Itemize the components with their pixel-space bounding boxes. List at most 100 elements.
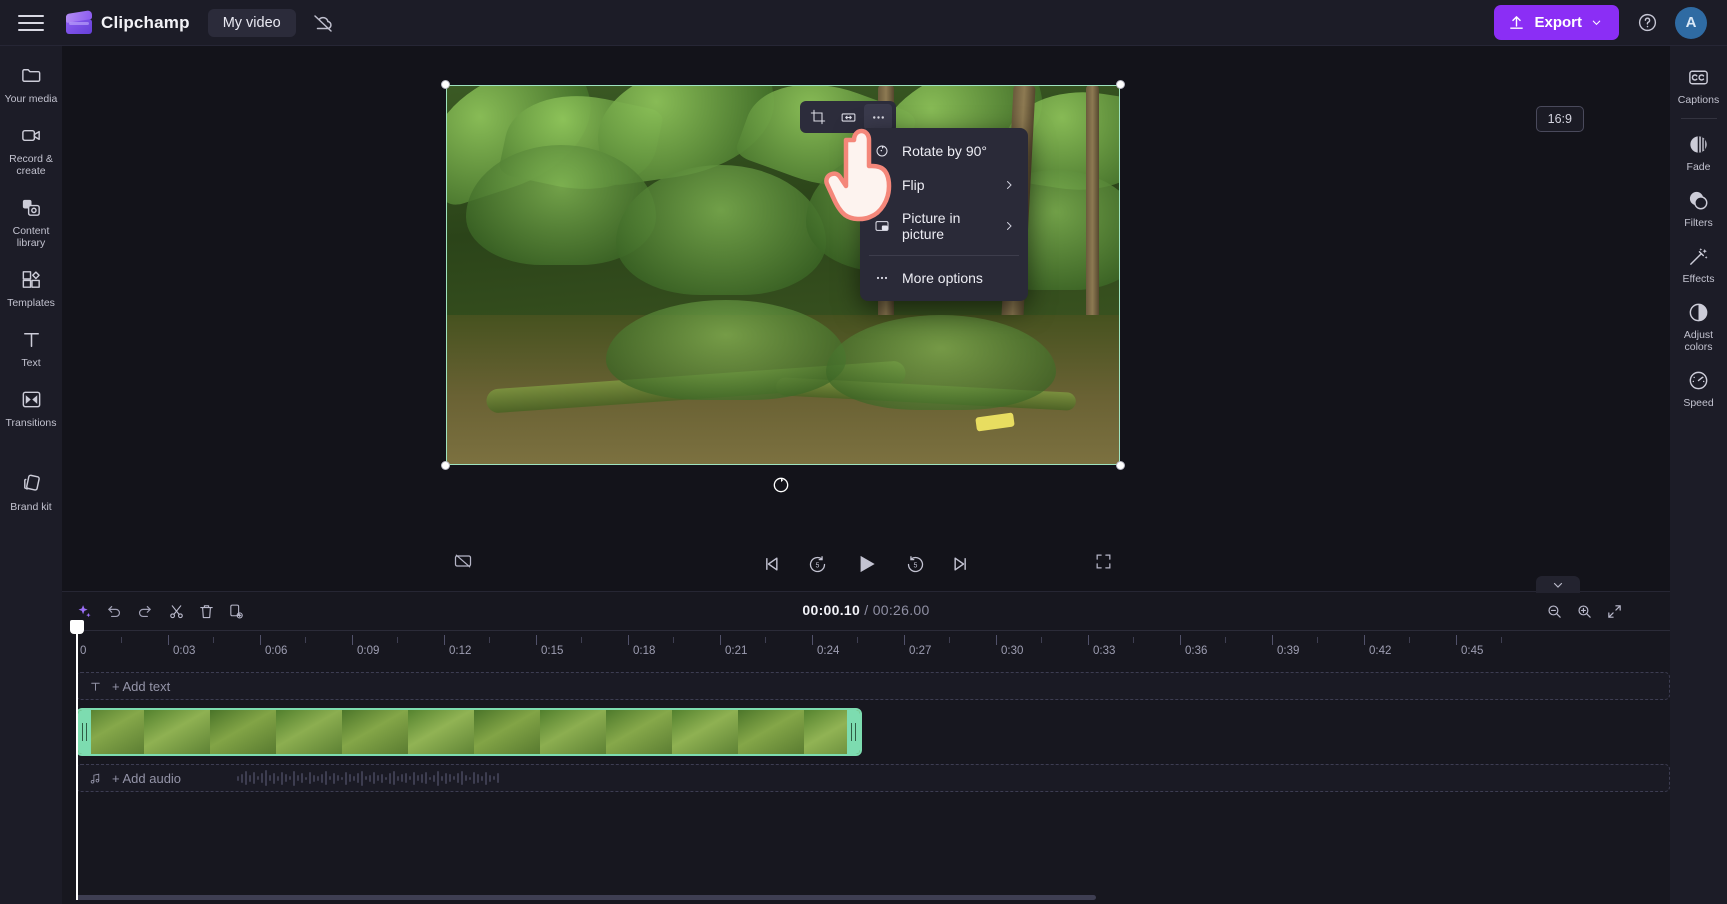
- fit-to-screen-button[interactable]: [1602, 600, 1626, 622]
- ruler-label: 0:15: [541, 645, 564, 657]
- speedometer-icon: [1687, 368, 1711, 392]
- zoom-in-button[interactable]: [1572, 600, 1596, 622]
- right-item-filters[interactable]: Filters: [1672, 179, 1726, 235]
- track-add-text[interactable]: + Add text: [76, 672, 1670, 700]
- sidebar-label: Your media: [4, 93, 58, 105]
- skip-to-end-button[interactable]: [946, 549, 976, 579]
- right-item-label: Adjust colors: [1683, 329, 1714, 353]
- ruler-label: 0:06: [265, 645, 288, 657]
- picture-in-picture-icon: [873, 217, 891, 235]
- timeline-horizontal-scrollbar[interactable]: [76, 895, 1670, 900]
- fit-width-button[interactable]: [834, 104, 862, 130]
- play-button[interactable]: [848, 546, 884, 582]
- crop-icon: [810, 109, 826, 125]
- crop-button[interactable]: [804, 104, 832, 130]
- hamburger-menu-icon[interactable]: [18, 13, 44, 33]
- upload-icon: [1508, 14, 1525, 31]
- ruler-label: 0:30: [1001, 645, 1024, 657]
- right-item-label: Captions: [1677, 94, 1720, 106]
- sidebar-item-brand-kit[interactable]: Brand kit: [2, 462, 60, 520]
- right-item-adjust-colors[interactable]: Adjust colors: [1672, 291, 1726, 359]
- menu-divider: [869, 255, 1019, 256]
- timeline-collapse-button[interactable]: [1536, 576, 1580, 593]
- menu-item-more-options[interactable]: More options: [860, 261, 1028, 295]
- redo-button[interactable]: [132, 600, 156, 622]
- zoom-out-button[interactable]: [1542, 600, 1566, 622]
- ruler-label: 0:36: [1185, 645, 1208, 657]
- right-item-speed[interactable]: Speed: [1672, 359, 1726, 415]
- magic-wand-icon: [1687, 244, 1711, 268]
- current-time: 00:00.10: [802, 602, 861, 618]
- sidebar-item-templates[interactable]: Templates: [2, 258, 60, 316]
- fullscreen-button[interactable]: [1088, 546, 1118, 576]
- ruler-label: 0:21: [725, 645, 748, 657]
- clipchamp-logo-icon: [66, 9, 92, 34]
- more-options-button[interactable]: [864, 104, 892, 130]
- forward-5-button[interactable]: 5: [900, 549, 930, 579]
- sidebar-item-your-media[interactable]: Your media: [2, 54, 60, 112]
- ruler-label: 0:39: [1277, 645, 1300, 657]
- clip-trim-handle-left[interactable]: [78, 710, 91, 754]
- undo-button[interactable]: [102, 600, 126, 622]
- sidebar-item-record-create[interactable]: Record & create: [2, 114, 60, 184]
- menu-item-label: Flip: [902, 177, 925, 193]
- resize-handle-bottom-left[interactable]: [441, 461, 450, 470]
- delete-button[interactable]: [194, 600, 218, 622]
- closed-caption-icon: [1687, 65, 1711, 89]
- clip-context-menu: Rotate by 90° Flip Picture in picture Mo…: [860, 128, 1028, 301]
- rotate-handle[interactable]: [770, 474, 792, 496]
- user-avatar[interactable]: A: [1675, 6, 1707, 39]
- right-item-effects[interactable]: Effects: [1672, 235, 1726, 291]
- top-bar: Clipchamp My video Export A: [0, 0, 1727, 46]
- playhead-knob[interactable]: [70, 620, 84, 634]
- audio-waveform-hint: [237, 768, 499, 788]
- fade-icon: [1687, 132, 1711, 156]
- skip-start-icon: [761, 554, 781, 574]
- sidebar-label: Brand kit: [10, 501, 52, 513]
- cloud-off-icon[interactable]: [310, 10, 336, 36]
- right-item-captions[interactable]: Captions: [1672, 56, 1726, 112]
- ruler-label: 0:12: [449, 645, 472, 657]
- ai-suggestions-button[interactable]: [72, 600, 96, 622]
- help-icon[interactable]: [1635, 11, 1659, 35]
- track-label: + Add audio: [112, 770, 182, 786]
- split-button[interactable]: [164, 600, 188, 622]
- track-add-audio[interactable]: + Add audio: [76, 764, 1670, 792]
- resize-handle-top-right[interactable]: [1116, 80, 1125, 89]
- sidebar-item-content-library[interactable]: Content library: [2, 186, 60, 256]
- playhead[interactable]: [70, 620, 84, 900]
- timeline-ruler[interactable]: 0 0:03 0:06 0:09 0:12 0:15 0:18 0:21 0:2: [76, 630, 1670, 666]
- skip-to-start-button[interactable]: [756, 549, 786, 579]
- ellipsis-icon: [870, 109, 887, 126]
- sidebar-item-text[interactable]: Text: [2, 318, 60, 376]
- rewind-5-button[interactable]: 5: [802, 549, 832, 579]
- menu-item-flip[interactable]: Flip: [860, 168, 1028, 202]
- menu-item-picture-in-picture[interactable]: Picture in picture: [860, 202, 1028, 250]
- right-item-label: Speed: [1683, 397, 1714, 409]
- scrollbar-thumb[interactable]: [76, 895, 1096, 900]
- video-clip[interactable]: [76, 708, 862, 756]
- right-item-label: Fade: [1686, 161, 1711, 173]
- resize-handle-bottom-right[interactable]: [1116, 461, 1125, 470]
- brand-kit-icon: [19, 471, 43, 495]
- chevron-right-icon: [1003, 220, 1015, 232]
- ruler-label: 0:09: [357, 645, 380, 657]
- captions-toggle-button[interactable]: [448, 546, 478, 576]
- resize-handle-top-left[interactable]: [441, 80, 450, 89]
- project-name-field[interactable]: My video: [207, 8, 296, 37]
- sidebar-item-transitions[interactable]: Transitions: [2, 378, 60, 436]
- clip-trim-handle-right[interactable]: [847, 710, 860, 754]
- aspect-ratio-badge[interactable]: 16:9: [1535, 106, 1584, 132]
- export-button[interactable]: Export: [1494, 5, 1619, 40]
- menu-item-label: More options: [902, 270, 983, 286]
- transitions-icon: [19, 387, 43, 411]
- right-item-fade[interactable]: Fade: [1672, 123, 1726, 179]
- track-label: + Add text: [112, 678, 171, 694]
- timecode-display: 00:00.10 / 00:26.00: [802, 602, 929, 618]
- chevron-right-icon: [1003, 179, 1015, 191]
- duplicate-button[interactable]: [224, 600, 248, 622]
- menu-item-rotate-by-90[interactable]: Rotate by 90°: [860, 134, 1028, 168]
- brand: Clipchamp: [66, 9, 190, 34]
- sparkle-icon: [76, 603, 93, 620]
- text-t-icon: [89, 680, 102, 693]
